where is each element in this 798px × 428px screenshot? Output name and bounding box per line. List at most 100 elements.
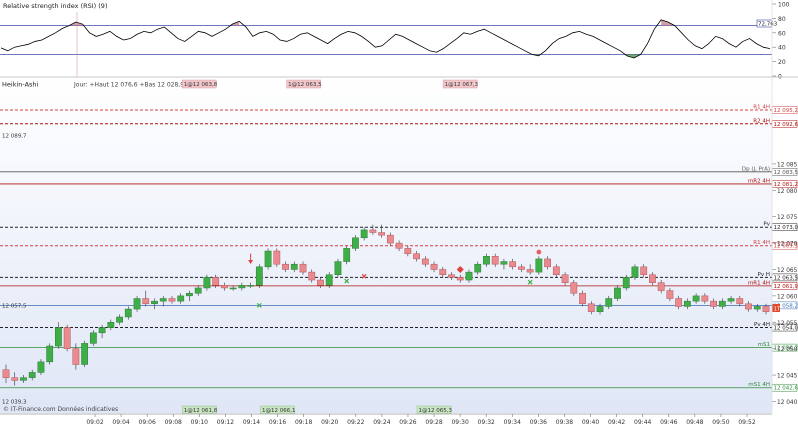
time-tick-label: 09:32: [478, 419, 495, 426]
time-tick-label: 09:34: [504, 419, 521, 426]
candle-body: [55, 327, 62, 347]
time-tick-label: 09:44: [634, 419, 651, 426]
candle-body: [753, 306, 761, 310]
level-label: R1 4H: [753, 240, 770, 246]
top-badge-text: 1@12 063,5: [288, 82, 322, 88]
candle-body: [255, 266, 263, 286]
candle-body: [282, 263, 289, 270]
price-tick-label: 12 050: [777, 347, 798, 353]
level-value-label: 12 073,0: [774, 225, 798, 231]
rsi-tick-label: 80: [778, 16, 786, 23]
time-tick-label: 09:40: [582, 419, 599, 426]
level-value-label: 12 081,2: [774, 182, 798, 188]
candle-body: [72, 348, 80, 365]
main-title: Heikin-Ashi: [2, 81, 39, 89]
candle-body: [518, 266, 525, 270]
candle-body: [500, 261, 508, 265]
candle-body: [325, 274, 333, 286]
time-tick-label: 09:38: [556, 419, 573, 426]
time-tick-label: 09:28: [425, 419, 442, 426]
candle-body: [701, 295, 709, 302]
top-badge-text: 1@12 063,8: [184, 82, 218, 88]
candle-body: [159, 298, 167, 302]
circle-marker-icon: [536, 249, 542, 255]
candle-body: [98, 327, 106, 334]
candle-body: [290, 263, 298, 270]
level-label: mR2 4H: [748, 178, 770, 184]
candle-body: [640, 266, 648, 276]
time-tick-label: 09:50: [712, 419, 729, 426]
candle-body: [229, 287, 237, 290]
candle-body: [692, 295, 700, 302]
candle-body: [168, 298, 176, 302]
time-tick-label: 09:02: [86, 419, 103, 426]
price-tick-label: 12 075: [777, 215, 798, 221]
candle-body: [631, 266, 639, 278]
candle-body: [544, 258, 552, 268]
level-value-label: 12 042,6: [774, 386, 798, 392]
candle-body: [666, 290, 674, 299]
candle-body: [238, 285, 246, 289]
candle-body: [474, 263, 482, 273]
level-value-label: 12 092,6: [774, 122, 798, 128]
candle-body: [133, 298, 141, 310]
time-tick-label: 09:04: [112, 419, 129, 426]
candle-body: [37, 361, 45, 373]
candle-body: [683, 300, 691, 307]
candle-body: [63, 327, 71, 349]
candle-body: [20, 377, 27, 381]
candle-body: [570, 282, 578, 294]
candle-body: [657, 282, 665, 291]
candle-body: [89, 332, 97, 344]
candle-body: [220, 285, 228, 289]
candle-body: [81, 343, 89, 365]
time-tick-label: 09:12: [217, 419, 234, 426]
time-tick-label: 09:08: [165, 419, 182, 426]
level-label: R2 4H: [753, 118, 770, 124]
candle-body: [11, 377, 19, 381]
price-tick-label: 12 070: [777, 242, 798, 248]
candle-body: [614, 287, 621, 299]
candle-body: [395, 242, 403, 249]
price-tick-label: 12 055: [777, 321, 798, 327]
candle-body: [413, 253, 420, 260]
candle-body: [299, 263, 307, 273]
rsi-tick-label: 20: [778, 59, 786, 66]
candle-body: [430, 263, 438, 270]
candle-body: [203, 277, 211, 289]
candle-body: [579, 292, 586, 305]
candle-body: [186, 292, 193, 297]
bottom-badge-text: 1@12 061,8: [184, 408, 218, 414]
time-tick-label: 09:06: [139, 419, 156, 426]
price-tick-label: 12 040: [777, 400, 798, 406]
candle-body: [386, 234, 394, 244]
candle-body: [762, 306, 770, 312]
candle-body: [465, 271, 473, 281]
level-label: mS1 4H: [748, 382, 770, 388]
price-tick-label: 12 085: [777, 162, 798, 168]
price-tick-label: 12 060: [777, 294, 798, 300]
chart-canvas[interactable]: Relative strength index (RSI) (9) 100 80 6…: [0, 0, 798, 428]
level-label: R1 4H: [753, 105, 770, 111]
last-price-badge-text: 1T: [774, 307, 781, 313]
candle-body: [378, 232, 386, 236]
chart-window: Relative strength index (RSI) (9) 100 80 6…: [0, 0, 798, 428]
level-label: mR1 4H: [748, 280, 770, 286]
bottom-badge-text: 1@12 065,3: [419, 408, 453, 414]
time-tick-label: 09:36: [530, 419, 547, 426]
candle-body: [675, 298, 683, 307]
time-tick-label: 09:20: [321, 419, 338, 426]
rsi-tick-label: 40: [778, 45, 786, 52]
candle-body: [439, 269, 447, 276]
top-badge-text: 1@12 067,3: [445, 82, 479, 88]
price-tick-label: 12 065: [777, 268, 798, 274]
candle-body: [535, 258, 543, 273]
candle-body: [587, 303, 595, 312]
candle-body: [649, 274, 656, 283]
candle-body: [483, 256, 490, 265]
time-tick-label: 09:46: [660, 419, 677, 426]
time-tick-label: 09:24: [373, 419, 390, 426]
candle-body: [308, 271, 316, 281]
candle-body: [605, 298, 613, 307]
candle-body: [151, 300, 158, 305]
